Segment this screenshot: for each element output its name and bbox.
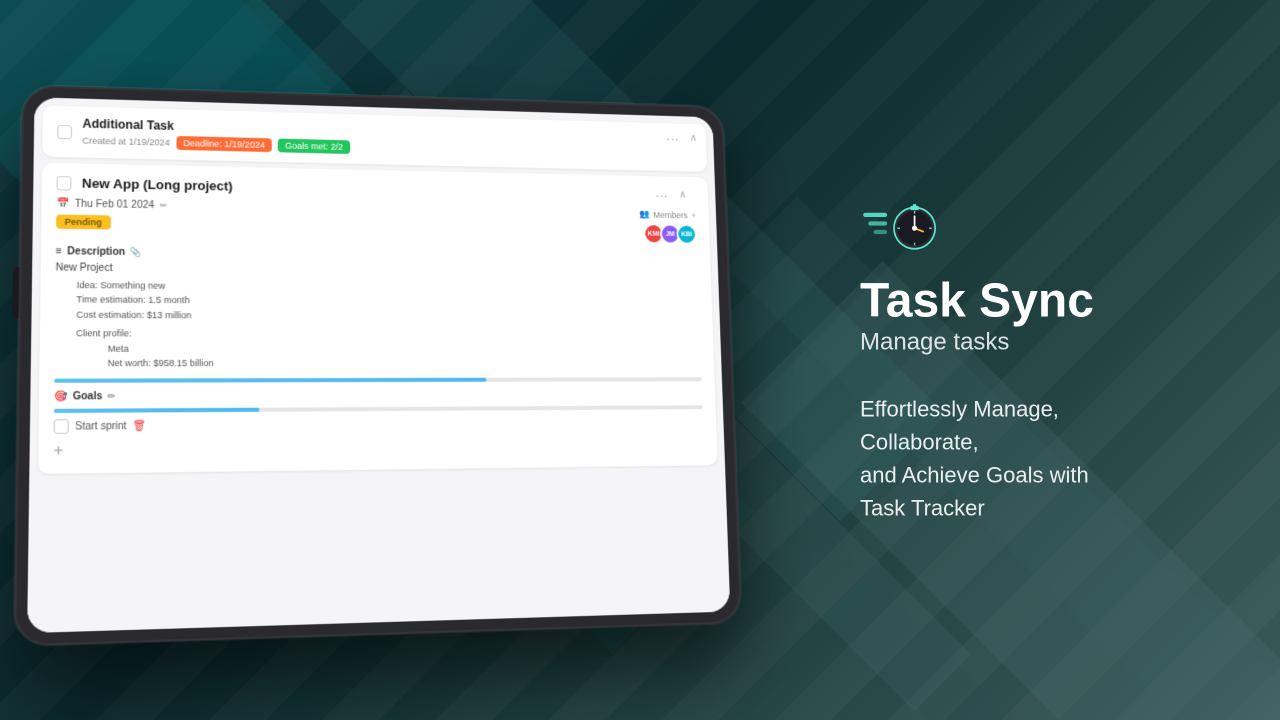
desc-table: Idea: Something new Time estimation: 1.5… — [76, 278, 702, 371]
description-header: ≡ Description 📎 — [56, 246, 698, 265]
members-label: 👥 Members + — [639, 209, 696, 220]
project-card: New App (Long project) ··· ∧ 📅 Thu Feb 0… — [38, 163, 718, 475]
deadline-badge: Deadline: 1/19/2024 — [176, 136, 272, 152]
goals-icon: 🎯 — [54, 391, 67, 402]
task-created: Created at 1/19/2024 — [82, 136, 170, 148]
tablet-screen: Additional Task Created at 1/19/2024 Dea… — [27, 97, 730, 633]
sprint-checkbox[interactable] — [54, 420, 69, 435]
tablet-frame: Additional Task Created at 1/19/2024 Dea… — [14, 85, 742, 647]
calendar-icon: 📅 — [56, 198, 69, 209]
logo-area — [860, 196, 1220, 256]
tagline: Effortlessly Manage, Collaborate, and Ac… — [860, 392, 1220, 524]
goals-badge: Goals met: 2/2 — [278, 139, 350, 154]
desc-client: Client profile: — [76, 326, 700, 342]
goals-section: 🎯 Goals ✏ Start sprint 🗑 + — [53, 389, 704, 461]
status-badge: Pending — [56, 215, 110, 230]
task-info: Additional Task Created at 1/19/2024 Dea… — [82, 117, 694, 163]
chevron-up-icon[interactable]: ∧ — [689, 131, 697, 143]
tagline-line2: Collaborate, — [860, 429, 979, 454]
sprint-label: Start sprint — [75, 421, 127, 433]
goal-progress-fill — [54, 408, 259, 413]
sprint-delete-icon[interactable]: 🗑 — [133, 421, 146, 432]
app-title: Task Sync — [860, 276, 1220, 329]
add-member-icon[interactable]: + — [691, 210, 696, 219]
net-worth: Net worth: $958.15 billion — [108, 356, 702, 371]
desc-cost: Cost estimation: $13 million — [76, 307, 700, 324]
right-panel: Task Sync Manage tasks Effortlessly Mana… — [860, 196, 1220, 525]
client-name: Meta — [108, 341, 701, 356]
goals-label: Goals — [73, 391, 103, 403]
description-edit-icon[interactable]: 📎 — [130, 247, 142, 258]
avatar-3: KBi — [676, 224, 697, 245]
client-label: Client profile: — [76, 328, 132, 338]
description-section: ≡ Description 📎 New Project Idea: Someth… — [54, 246, 701, 371]
members-section: 👥 Members + KMi JM KBi — [392, 204, 697, 244]
project-date: Thu Feb 01 2024 — [75, 199, 155, 211]
tagline-line4: Task Tracker — [860, 495, 985, 520]
description-icon: ≡ — [56, 246, 62, 257]
member-avatars: KMi JM KBi — [643, 223, 697, 245]
edit-date-icon[interactable]: ✏ — [159, 200, 167, 211]
project-more-button[interactable]: ··· — [655, 188, 668, 203]
tagline-line1: Effortlessly Manage, — [860, 396, 1059, 421]
app-subtitle: Manage tasks — [860, 328, 1220, 356]
sprint-item: Start sprint 🗑 — [54, 415, 704, 434]
detail-left: 📅 Thu Feb 01 2024 ✏ Pending — [56, 198, 385, 240]
task-checkbox[interactable] — [57, 124, 72, 138]
tablet-device: Additional Task Created at 1/19/2024 Dea… — [14, 85, 742, 647]
project-checkbox[interactable] — [57, 176, 72, 190]
progress-bar-container — [54, 378, 702, 384]
add-goal-button[interactable]: + — [53, 437, 704, 462]
goal-progress-bar — [54, 406, 703, 414]
app-logo — [860, 196, 940, 256]
goals-header: 🎯 Goals ✏ — [54, 389, 702, 403]
app-content: Additional Task Created at 1/19/2024 Dea… — [27, 97, 730, 633]
more-button[interactable]: ··· — [666, 131, 679, 146]
goals-edit-icon[interactable]: ✏ — [108, 391, 116, 402]
project-header: New App (Long project) ··· ∧ — [57, 175, 696, 202]
progress-bar — [54, 378, 486, 383]
project-chevron-icon[interactable]: ∧ — [679, 188, 687, 200]
project-name: New App (Long project) — [82, 176, 233, 194]
additional-task-card[interactable]: Additional Task Created at 1/19/2024 Dea… — [42, 105, 707, 171]
members-icon: 👥 — [639, 209, 650, 220]
project-details: 📅 Thu Feb 01 2024 ✏ Pending 👥 Members + — [56, 198, 697, 244]
tagline-line3: and Achieve Goals with — [860, 462, 1089, 487]
desc-project-title: New Project — [56, 262, 699, 279]
date-row: 📅 Thu Feb 01 2024 ✏ — [56, 198, 384, 215]
